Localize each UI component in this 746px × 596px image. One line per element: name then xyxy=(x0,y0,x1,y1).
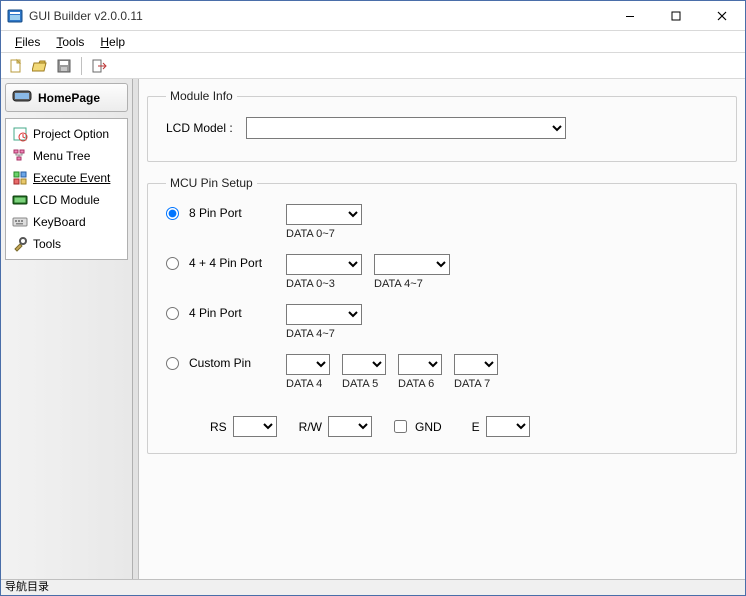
new-button[interactable] xyxy=(5,55,27,77)
app-icon xyxy=(7,8,23,24)
radio-custom[interactable]: Custom Pin xyxy=(166,354,286,370)
lcd-model-label: LCD Model : xyxy=(166,121,246,135)
eight-port-select[interactable] xyxy=(286,204,362,225)
custom-d7-select[interactable] xyxy=(454,354,498,375)
sidebar-item-execute-event[interactable]: Execute Event xyxy=(8,167,125,189)
sidebar-item-label: Menu Tree xyxy=(33,149,90,163)
module-info-legend: Module Info xyxy=(166,89,237,103)
window-title: GUI Builder v2.0.0.11 xyxy=(29,9,607,23)
radio-4pin[interactable]: 4 Pin Port xyxy=(166,304,286,320)
rs-group: RS xyxy=(210,416,277,437)
minimize-button[interactable] xyxy=(607,1,653,31)
signal-row: RS R/W GND E xyxy=(166,416,724,437)
e-select[interactable] xyxy=(486,416,530,437)
project-option-icon xyxy=(12,126,28,142)
body: HomePage Project Option Menu Tree xyxy=(1,79,745,579)
four-select[interactable] xyxy=(286,304,362,325)
menu-tools[interactable]: Tools xyxy=(50,33,90,51)
home-card[interactable]: HomePage xyxy=(5,83,128,112)
radio-8pin-label: 8 Pin Port xyxy=(189,206,242,220)
custom-cap2: DATA 6 xyxy=(398,378,434,390)
eight-cap0: DATA 0~7 xyxy=(286,228,335,240)
custom-d6-select[interactable] xyxy=(398,354,442,375)
four-cap0: DATA 4~7 xyxy=(286,328,335,340)
home-icon xyxy=(12,88,32,107)
custom-cap1: DATA 5 xyxy=(342,378,378,390)
mcu-pin-group: MCU Pin Setup 8 Pin Port DATA 0~7 xyxy=(147,176,737,454)
gnd-label: GND xyxy=(415,420,442,434)
sidebar-item-keyboard[interactable]: KeyBoard xyxy=(8,211,125,233)
fourfour-cap1: DATA 4~7 xyxy=(374,278,423,290)
menu-bar: Files Tools Help xyxy=(1,31,745,53)
window-controls xyxy=(607,1,745,31)
custom-d4-select[interactable] xyxy=(286,354,330,375)
radio-4plus4[interactable]: 4 + 4 Pin Port xyxy=(166,254,286,270)
fourfour-select-a[interactable] xyxy=(286,254,362,275)
tools-icon xyxy=(12,236,28,252)
sidebar-item-tools[interactable]: Tools xyxy=(8,233,125,255)
sidebar-item-label: Tools xyxy=(33,237,61,251)
radio-4pin-label: 4 Pin Port xyxy=(189,306,242,320)
lcd-module-icon xyxy=(12,192,28,208)
status-bar: 导航目录 xyxy=(1,579,745,595)
toolbar-divider xyxy=(81,57,82,75)
toolbar xyxy=(1,53,745,79)
lcd-model-select[interactable] xyxy=(246,117,566,139)
radio-4pin-input[interactable] xyxy=(166,307,179,320)
radio-4plus4-label: 4 + 4 Pin Port xyxy=(189,256,262,270)
rw-label: R/W xyxy=(299,420,322,434)
home-label: HomePage xyxy=(38,91,100,105)
menu-help[interactable]: Help xyxy=(94,33,131,51)
radio-4plus4-input[interactable] xyxy=(166,257,179,270)
fourfour-cap0: DATA 0~3 xyxy=(286,278,335,290)
execute-event-icon xyxy=(12,170,28,186)
rw-select[interactable] xyxy=(328,416,372,437)
gnd-group: GND xyxy=(394,420,442,434)
radio-8pin[interactable]: 8 Pin Port xyxy=(166,204,286,220)
close-button[interactable] xyxy=(699,1,745,31)
keyboard-icon xyxy=(12,214,28,230)
menu-files[interactable]: Files xyxy=(9,33,46,51)
mcu-pin-legend: MCU Pin Setup xyxy=(166,176,257,190)
sidebar-item-label: KeyBoard xyxy=(33,215,86,229)
e-label: E xyxy=(472,420,480,434)
status-text: 导航目录 xyxy=(5,581,49,593)
sidebar-item-label: Execute Event xyxy=(33,171,110,185)
save-button[interactable] xyxy=(53,55,75,77)
title-bar: GUI Builder v2.0.0.11 xyxy=(1,1,745,31)
rs-select[interactable] xyxy=(233,416,277,437)
rw-group: R/W xyxy=(299,416,372,437)
exit-button[interactable] xyxy=(88,55,110,77)
rs-label: RS xyxy=(210,420,227,434)
sidebar-item-lcd-module[interactable]: LCD Module xyxy=(8,189,125,211)
open-button[interactable] xyxy=(29,55,51,77)
radio-custom-label: Custom Pin xyxy=(189,356,251,370)
radio-8pin-input[interactable] xyxy=(166,207,179,220)
gnd-checkbox[interactable] xyxy=(394,420,407,433)
sidebar-item-menu-tree[interactable]: Menu Tree xyxy=(8,145,125,167)
sidebar-item-label: Project Option xyxy=(33,127,109,141)
sidebar-tree: Project Option Menu Tree Execute Event xyxy=(5,118,128,260)
maximize-button[interactable] xyxy=(653,1,699,31)
sidebar: HomePage Project Option Menu Tree xyxy=(1,79,133,579)
custom-d5-select[interactable] xyxy=(342,354,386,375)
menu-tree-icon xyxy=(12,148,28,164)
custom-cap3: DATA 7 xyxy=(454,378,490,390)
custom-cap0: DATA 4 xyxy=(286,378,322,390)
app-window: GUI Builder v2.0.0.11 Files Tools Help xyxy=(0,0,746,596)
e-group: E xyxy=(472,416,530,437)
radio-custom-input[interactable] xyxy=(166,357,179,370)
module-info-group: Module Info LCD Model : xyxy=(147,89,737,162)
sidebar-item-label: LCD Module xyxy=(33,193,100,207)
sidebar-item-project-option[interactable]: Project Option xyxy=(8,123,125,145)
fourfour-select-b[interactable] xyxy=(374,254,450,275)
main-panel: Module Info LCD Model : MCU Pin Setup 8 … xyxy=(139,79,745,579)
